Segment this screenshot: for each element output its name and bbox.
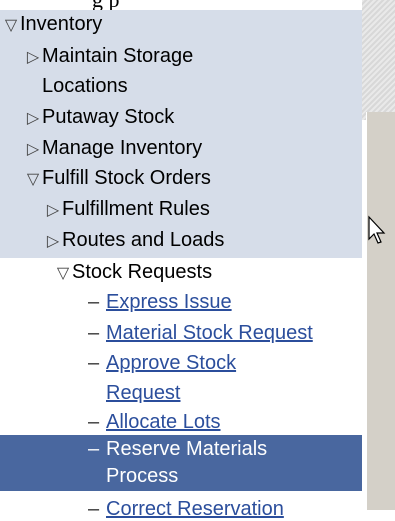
collapsed-triangle-icon: ▷ xyxy=(26,110,40,127)
collapsed-triangle-icon: ▷ xyxy=(26,141,40,158)
menu-folder-manage-inventory[interactable]: ▷ Manage Inventory xyxy=(24,136,202,162)
menu-folder-label-wrap: Locations xyxy=(42,74,128,98)
cropped-header-text: g p xyxy=(92,0,120,10)
selected-item-label: Reserve Materials xyxy=(106,438,268,460)
bullet-dash: – xyxy=(88,322,100,344)
menu-folder-inventory[interactable]: ▽ Inventory xyxy=(2,12,102,38)
mouse-pointer-icon xyxy=(368,215,386,244)
menu-folder-label: Maintain Storage xyxy=(42,45,194,67)
expanded-triangle-icon: ▽ xyxy=(4,17,18,34)
menu-link-label[interactable]: Allocate Lots xyxy=(106,411,221,433)
menu-link-express-issue[interactable]: – Express Issue xyxy=(88,290,232,314)
menu-folder-label: Locations xyxy=(42,75,128,97)
menu-folder-label: Routes and Loads xyxy=(62,229,225,251)
selected-menu-item-reserve-materials[interactable]: – Reserve Materials Process xyxy=(0,435,362,491)
menu-folder-label: Stock Requests xyxy=(72,261,213,283)
bullet-dash: – xyxy=(88,291,100,313)
menu-folder-maintain-storage[interactable]: ▷ Maintain Storage xyxy=(24,44,193,70)
menu-folder-label: Inventory xyxy=(20,13,103,35)
menu-folder-fulfillment-rules[interactable]: ▷ Fulfillment Rules xyxy=(44,197,210,223)
expanded-triangle-icon: ▽ xyxy=(26,171,40,188)
collapsed-triangle-icon: ▷ xyxy=(46,202,60,219)
collapsed-triangle-icon: ▷ xyxy=(46,233,60,250)
menu-link-material-stock-request[interactable]: – Material Stock Request xyxy=(88,321,313,345)
collapsed-triangle-icon: ▷ xyxy=(26,49,40,66)
menu-link-correct-reservation[interactable]: – Correct Reservation xyxy=(88,497,284,521)
frame-resize-handle[interactable] xyxy=(366,112,395,510)
menu-folder-stock-requests[interactable]: ▽ Stock Requests xyxy=(54,260,212,286)
frame-splitter-panel xyxy=(362,0,395,510)
selected-item-line-1: – Reserve Materials xyxy=(88,437,267,461)
bullet-dash: – xyxy=(88,498,100,520)
menu-link-label[interactable]: Correct Reservation xyxy=(106,498,284,520)
bullet-dash: – xyxy=(88,411,100,433)
bullet-dash: – xyxy=(88,352,100,374)
menu-folder-putaway-stock[interactable]: ▷ Putaway Stock xyxy=(24,105,174,131)
menu-link-label[interactable]: Request xyxy=(106,382,181,404)
menu-folder-fulfill-stock-orders[interactable]: ▽ Fulfill Stock Orders xyxy=(24,166,211,192)
menu-folder-label: Manage Inventory xyxy=(42,137,203,159)
navigation-menu: ▽ Inventory ▷ Maintain Storage Locations ▷… xyxy=(0,10,363,520)
menu-folder-label: Fulfill Stock Orders xyxy=(42,167,211,189)
menu-link-label[interactable]: Approve Stock xyxy=(106,352,236,374)
menu-folder-label: Putaway Stock xyxy=(42,106,175,128)
menu-folder-routes-and-loads[interactable]: ▷ Routes and Loads xyxy=(44,228,225,254)
menu-link-label[interactable]: Material Stock Request xyxy=(106,322,313,344)
bullet-dash: – xyxy=(88,438,100,460)
menu-link-continuation[interactable]: Request xyxy=(106,381,181,405)
menu-link-label[interactable]: Express Issue xyxy=(106,291,232,313)
cropped-header-strip: g p xyxy=(0,0,395,10)
menu-link-allocate-lots[interactable]: – Allocate Lots xyxy=(88,410,221,434)
selected-item-label: Process xyxy=(106,465,179,487)
menu-link-approve-stock-request[interactable]: – Approve Stock xyxy=(88,351,236,375)
expanded-triangle-icon: ▽ xyxy=(56,265,70,282)
menu-folder-label: Fulfillment Rules xyxy=(62,198,210,220)
splitter-hatch xyxy=(362,0,395,120)
selected-item-line-2: Process xyxy=(106,464,178,488)
